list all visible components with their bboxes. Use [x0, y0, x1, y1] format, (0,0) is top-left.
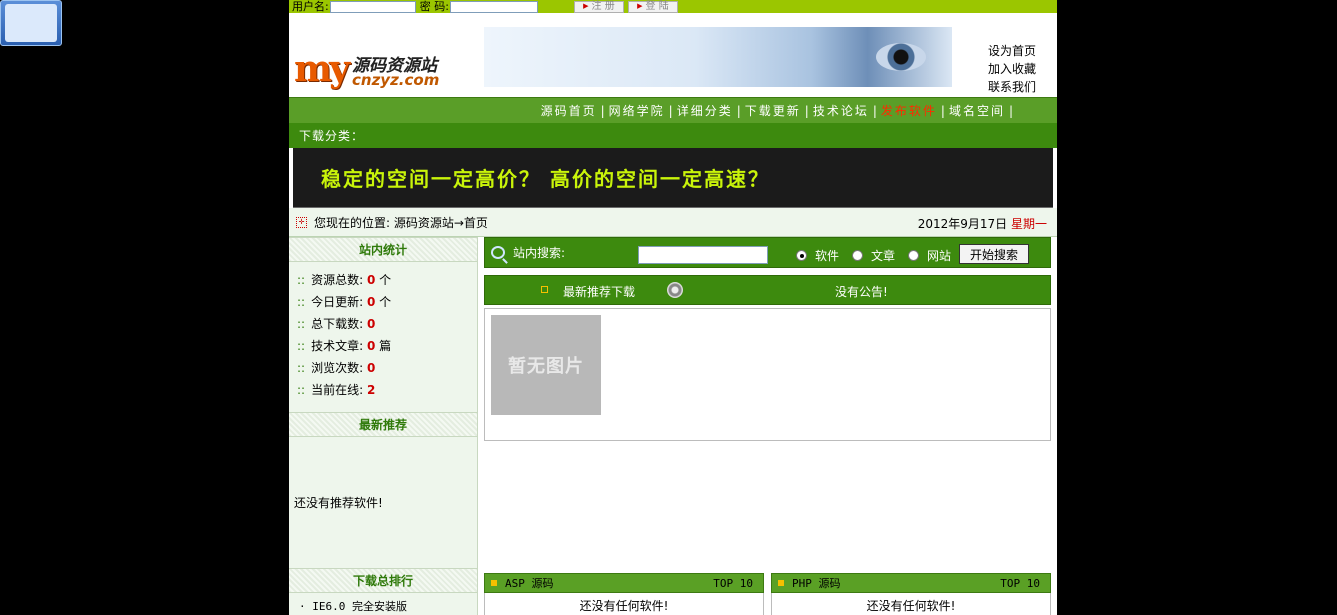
- stat-row: :: 当前在线: 2: [297, 383, 376, 397]
- contact-link[interactable]: 联系我们: [988, 78, 1048, 96]
- nav-domain-hosting[interactable]: 域名空间: [949, 102, 1005, 119]
- search-input[interactable]: [638, 246, 768, 264]
- stats-title: 站内统计: [289, 237, 477, 262]
- recommend-title: 最新推荐: [289, 412, 477, 437]
- radio-website[interactable]: 网站: [908, 247, 951, 264]
- slogan-banner[interactable]: 稳定的空间一定高价？ 高价的空间一定高速？: [293, 148, 1053, 208]
- nav-home[interactable]: 源码首页: [541, 102, 597, 119]
- bullet-icon: [778, 580, 784, 586]
- eye-image: [876, 43, 926, 71]
- bullet-icon: [541, 286, 548, 293]
- header-links: 设为首页 加入收藏 联系我们: [988, 42, 1048, 96]
- location-icon: ✛: [296, 216, 307, 228]
- nav-forum[interactable]: 技术论坛: [813, 102, 869, 119]
- site-search: 站内搜索: 软件 文章 网站 开始搜索: [484, 237, 1051, 268]
- eye-banner[interactable]: [484, 27, 952, 87]
- php-code-box: PHP 源码 TOP 10 还没有任何软件!: [771, 573, 1051, 615]
- latest-downloads-label[interactable]: 最新推荐下载: [563, 283, 635, 300]
- nav-categories[interactable]: 详细分类: [677, 102, 733, 119]
- news-bar: 最新推荐下载 没有公告!: [484, 275, 1051, 305]
- nav-academy[interactable]: 网络学院: [609, 102, 665, 119]
- stat-row: :: 总下载数: 0: [297, 317, 376, 331]
- add-favorite-link[interactable]: 加入收藏: [988, 60, 1048, 78]
- site-logo[interactable]: my 源码资源站 cnzyz.com: [294, 49, 466, 93]
- stats-list: :: 资源总数: 0 个 :: 今日更新: 0 个 :: 总下载数: 0 :: 技术文章…: [289, 262, 477, 401]
- stat-row: :: 今日更新: 0 个: [297, 295, 392, 309]
- login-button[interactable]: ▶ 登 陆: [627, 0, 678, 13]
- notice-text: 没有公告!: [835, 285, 888, 299]
- location-bar: ✛ 您现在的位置: 源码资源站→首页 2012年9月17日 星期一: [289, 208, 1057, 237]
- username-input[interactable]: [329, 0, 416, 13]
- asp-code-box: ASP 源码 TOP 10 还没有任何软件!: [484, 573, 764, 615]
- date-display: 2012年9月17日 星期一: [917, 217, 1047, 231]
- search-icon: [491, 246, 505, 259]
- recommend-empty: 还没有推荐软件!: [294, 496, 383, 510]
- radio-software[interactable]: 软件: [796, 247, 839, 264]
- search-label: 站内搜索:: [513, 246, 566, 260]
- speaker-icon: [667, 282, 683, 298]
- radio-icon: [908, 250, 919, 261]
- login-bar: 用户名: 密 码: ▶ 注 册 ▶ 登 陆: [289, 0, 1057, 13]
- radio-article[interactable]: 文章: [852, 247, 895, 264]
- nav-publish[interactable]: 发布软件: [881, 102, 937, 119]
- register-button[interactable]: ▶ 注 册: [573, 0, 624, 13]
- category-bar: 下载分类：: [289, 123, 1057, 148]
- desktop-network-icon[interactable]: [0, 0, 62, 46]
- arrow-icon: ▶: [583, 2, 589, 10]
- stat-row: :: 资源总数: 0 个: [297, 273, 392, 287]
- search-button[interactable]: 开始搜索: [959, 244, 1029, 264]
- recommend-picture-box: 暂无图片: [484, 308, 1051, 441]
- username-label: 用户名:: [292, 0, 329, 13]
- stat-row: :: 浏览次数: 0: [297, 361, 376, 375]
- arrow-icon: ▶: [637, 2, 643, 10]
- left-sidebar: 站内统计 :: 资源总数: 0 个 :: 今日更新: 0 个 :: 总下载数: 0 :…: [289, 237, 478, 615]
- nav-updates[interactable]: 下载更新: [745, 102, 801, 119]
- stat-row: :: 技术文章: 0 篇: [297, 339, 392, 353]
- main-nav: 源码首页 | 网络学院 | 详细分类 | 下载更新 | 技术论坛 | 发布软件 | 域名空间…: [289, 97, 1057, 123]
- bullet-icon: [491, 580, 497, 586]
- radio-selected-icon: [796, 250, 807, 261]
- main-content: 站内搜索: 软件 文章 网站 开始搜索 最新推荐下载 没有公告! 暂无图片 AS…: [484, 237, 1051, 615]
- password-input[interactable]: [449, 0, 538, 13]
- radio-icon: [852, 250, 863, 261]
- site-header: my 源码资源站 cnzyz.com 设为首页 加入收藏 联系我们: [289, 13, 1057, 97]
- ranking-title: 下载总排行: [289, 568, 477, 593]
- web-page: 用户名: 密 码: ▶ 注 册 ▶ 登 陆 my 源码资源站 cnzyz.com 设…: [289, 0, 1057, 615]
- set-homepage-link[interactable]: 设为首页: [988, 42, 1048, 60]
- password-label: 密 码:: [419, 0, 449, 13]
- no-image-placeholder[interactable]: 暂无图片: [491, 315, 601, 415]
- ranking-item[interactable]: · IE6.0 完全安装版: [289, 593, 477, 614]
- breadcrumb: 您现在的位置: 源码资源站→首页: [314, 215, 488, 230]
